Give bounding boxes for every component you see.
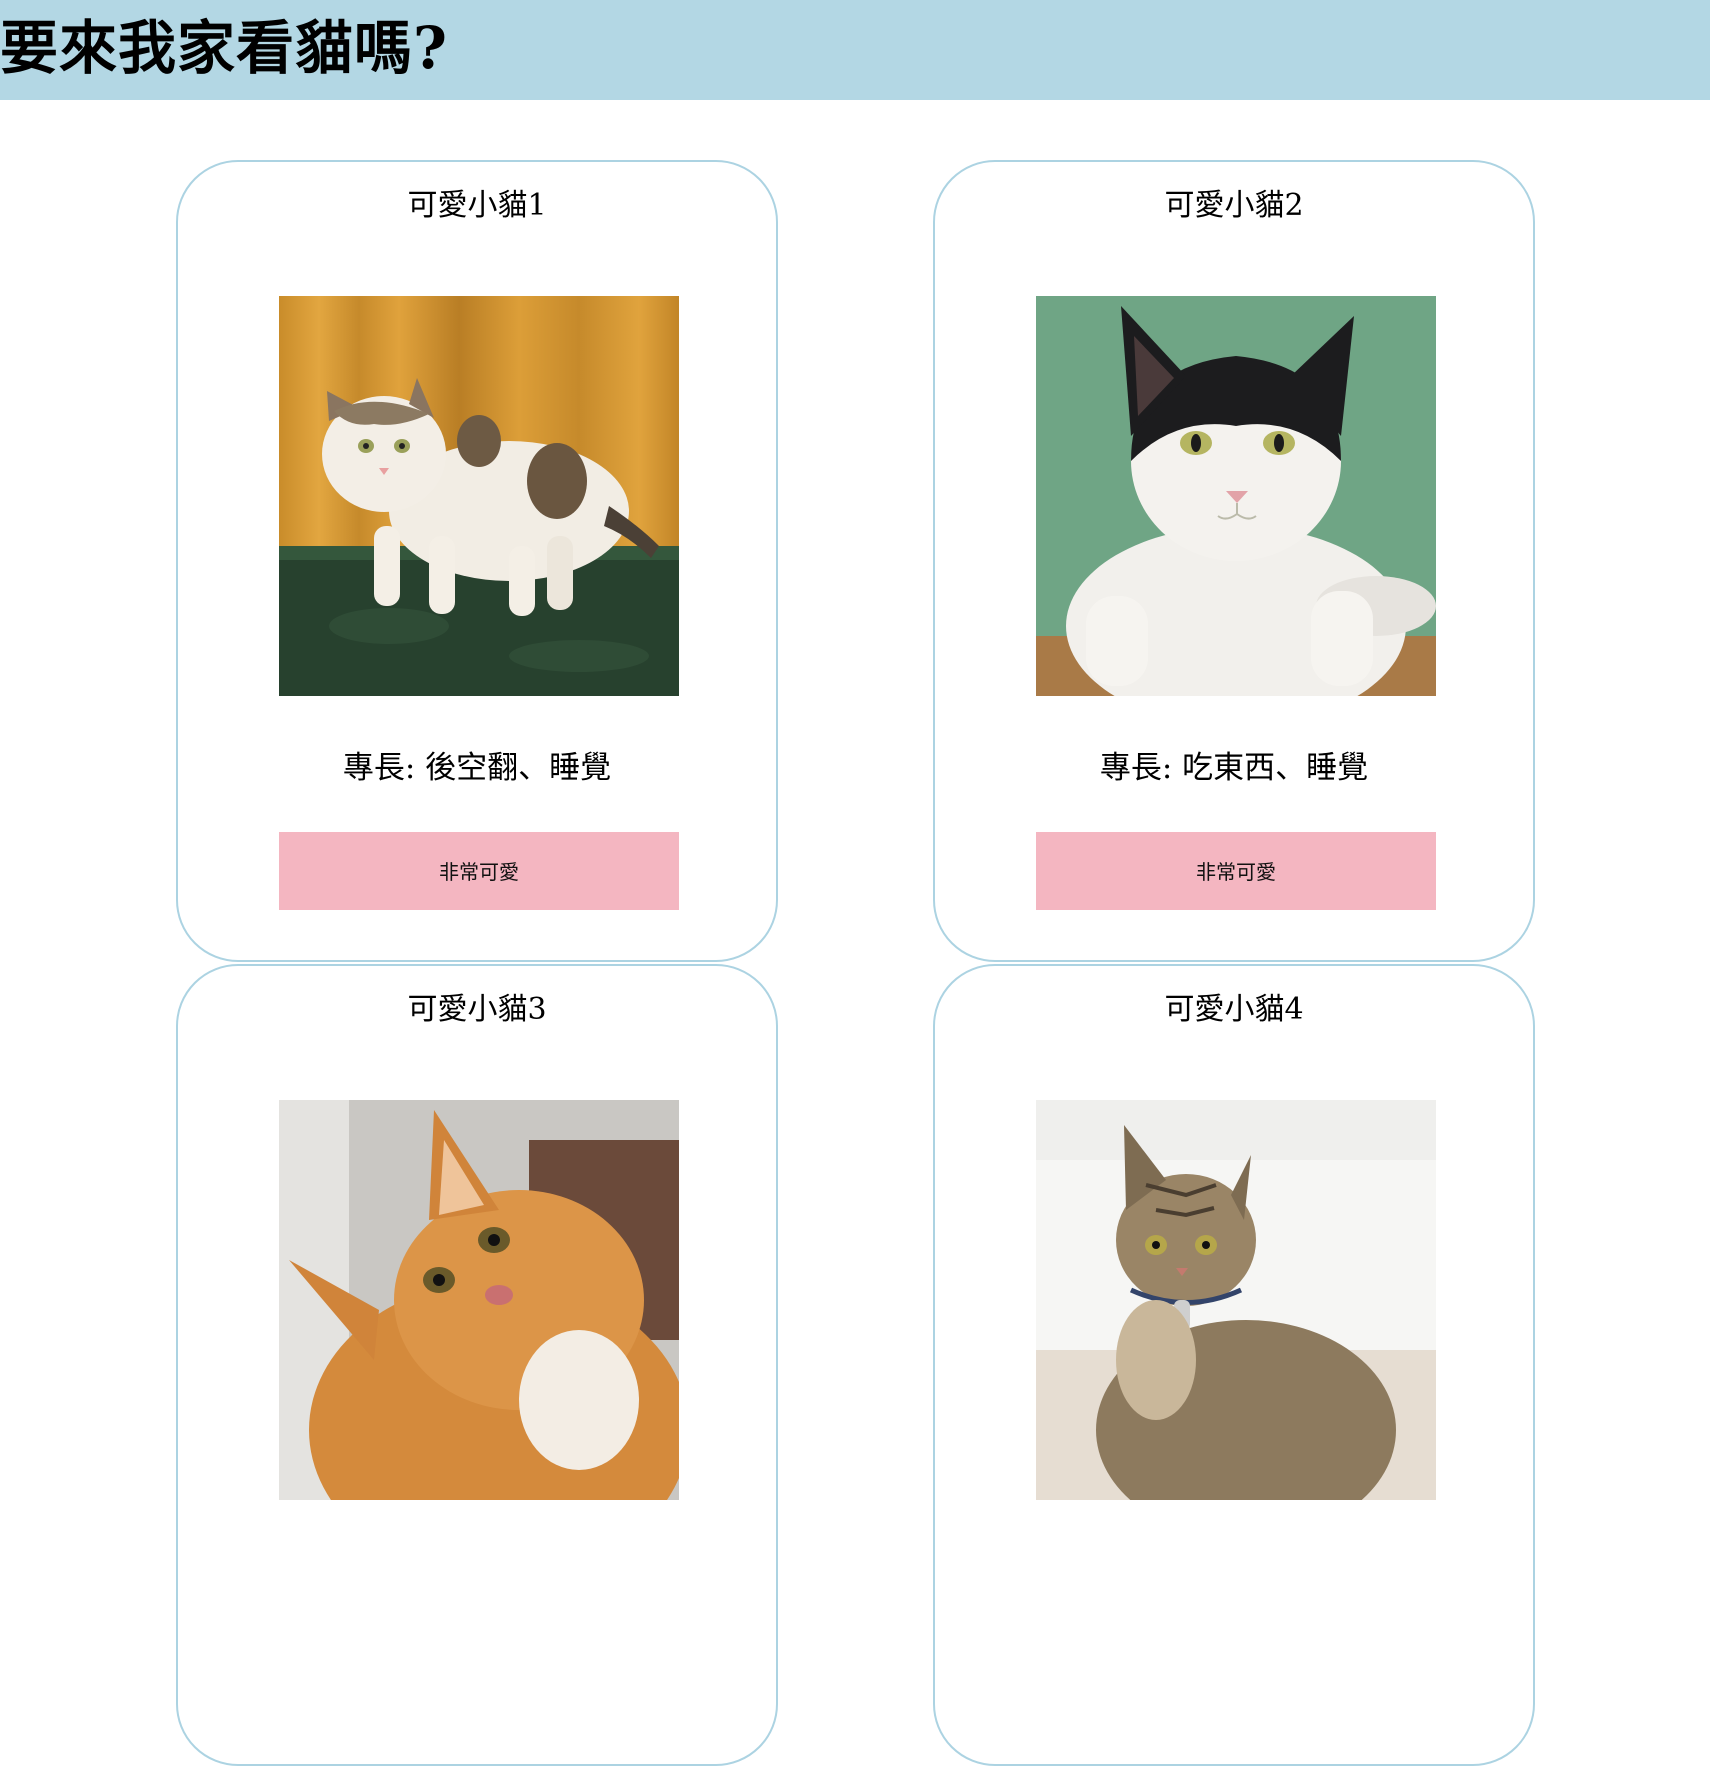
very-cute-button[interactable]: 非常可愛 (1036, 832, 1436, 910)
cat-card-4: 可愛小貓4 (933, 964, 1535, 1766)
cat-skill: 專長: 後空翻、睡覺 (342, 750, 612, 786)
very-cute-button[interactable]: 非常可愛 (279, 832, 679, 910)
cat-card-2: 可愛小貓2 專長: 吃東西、睡覺 非常可愛 (933, 160, 1535, 962)
cat-card-title: 可愛小貓3 (407, 992, 547, 1027)
cat-photo-1 (279, 296, 679, 696)
cat-card-title: 可愛小貓4 (1164, 992, 1304, 1027)
cat-photo-3 (279, 1100, 679, 1500)
cat-card-3: 可愛小貓3 (176, 964, 778, 1766)
cat-skill: 專長: 吃東西、睡覺 (1099, 750, 1369, 786)
cat-photo-2 (1036, 296, 1436, 696)
cat-card-title: 可愛小貓2 (1164, 188, 1304, 223)
cat-photo-4 (1036, 1100, 1436, 1500)
page-title: 要來我家看貓嗎? (0, 14, 448, 82)
cat-card-1: 可愛小貓1 專長: 後空翻、睡覺 非常可愛 (176, 160, 778, 962)
page-header: 要來我家看貓嗎? (0, 0, 1710, 100)
cat-card-title: 可愛小貓1 (407, 188, 547, 223)
